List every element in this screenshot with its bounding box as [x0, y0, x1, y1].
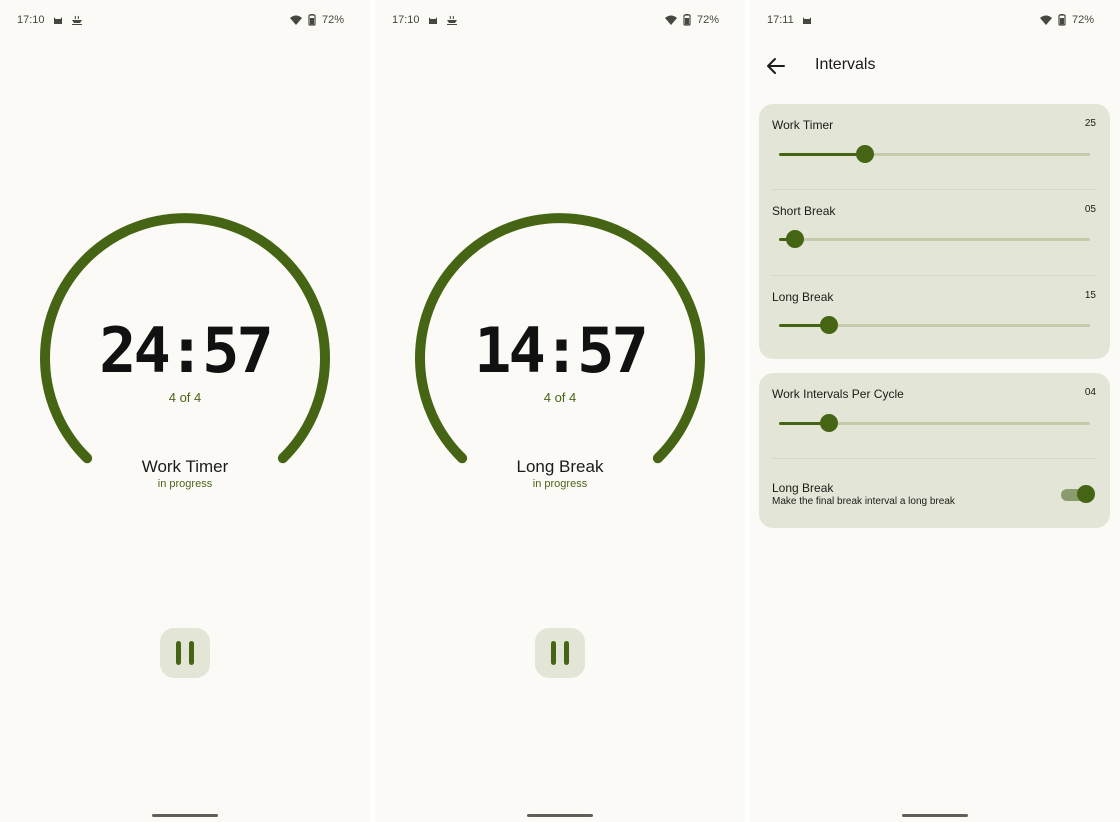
wifi-icon	[1039, 15, 1052, 25]
work-timer-slider[interactable]	[779, 145, 1090, 163]
gesture-home-indicator[interactable]	[902, 814, 968, 817]
cycle-counter: 4 of 4	[543, 390, 577, 405]
pause-icon	[551, 641, 556, 665]
slider-active-track	[779, 153, 865, 156]
status-bar: 17:10 72%	[17, 12, 344, 28]
setting-value: 25	[1084, 118, 1096, 129]
phase-status: in progress	[532, 478, 588, 490]
setting-label: Long Break	[772, 290, 834, 304]
status-bar: 17:10 72%	[392, 12, 719, 28]
android-cat-icon	[802, 17, 811, 24]
setting-row-long-break-toggle[interactable]: Long Break Make the final break interval…	[759, 459, 1110, 528]
long-break-switch[interactable]	[1061, 485, 1095, 503]
battery-icon	[683, 14, 691, 26]
divider	[772, 275, 1097, 276]
pause-button[interactable]	[160, 628, 210, 678]
battery-icon	[1058, 14, 1066, 26]
short-break-slider[interactable]	[779, 230, 1090, 248]
page-title: Intervals	[815, 56, 876, 73]
long-break-slider[interactable]	[779, 316, 1090, 334]
timer-durations-card: Work Timer 25 Short Break 05 Long Break …	[759, 104, 1110, 359]
android-cat-icon	[53, 17, 62, 24]
battery-percent: 72%	[1071, 14, 1094, 26]
toggle-label: Long Break	[772, 481, 834, 495]
work-intervals-slider[interactable]	[779, 414, 1090, 432]
timer-screen-long-break: 17:10 72% 14:57 4 of 4 Long Break in pro…	[375, 0, 745, 822]
setting-label: Work Intervals Per Cycle	[772, 387, 904, 401]
coffee-cup-icon	[446, 15, 457, 25]
slider-thumb[interactable]	[785, 230, 804, 248]
battery-percent: 72%	[321, 14, 344, 26]
intervals-settings-screen: 17:11 72% Intervals Work Timer 25 Short …	[750, 0, 1120, 822]
divider	[772, 189, 1097, 190]
battery-percent: 72%	[696, 14, 719, 26]
slider-thumb[interactable]	[855, 145, 874, 163]
timer-screen-work: 17:10 72% 24:57 4 of 4 Work Timer in pro…	[0, 0, 370, 822]
timer-display: 14:57	[474, 314, 649, 387]
phase-title: Work Timer	[141, 457, 229, 476]
gesture-home-indicator[interactable]	[152, 814, 218, 817]
pause-icon	[176, 641, 181, 665]
slider-track	[779, 238, 1090, 241]
timer-display: 24:57	[99, 314, 274, 387]
setting-value: 15	[1084, 290, 1096, 301]
android-cat-icon	[428, 17, 437, 24]
coffee-cup-icon	[71, 15, 82, 25]
status-time: 17:10	[17, 14, 45, 26]
setting-label: Work Timer	[772, 118, 834, 132]
pause-icon	[564, 641, 569, 665]
pause-icon	[189, 641, 194, 665]
pause-button[interactable]	[535, 628, 585, 678]
status-bar: 17:11 72%	[767, 12, 1094, 28]
wifi-icon	[289, 15, 302, 25]
setting-label: Short Break	[772, 204, 836, 218]
gesture-home-indicator[interactable]	[527, 814, 593, 817]
setting-value: 05	[1084, 204, 1096, 215]
top-app-bar: Intervals	[750, 48, 1120, 84]
cycle-counter: 4 of 4	[168, 390, 202, 405]
status-time: 17:10	[392, 14, 420, 26]
slider-thumb[interactable]	[819, 316, 838, 334]
setting-value: 04	[1084, 387, 1096, 398]
slider-thumb[interactable]	[819, 414, 838, 432]
arrow-left-icon[interactable]	[764, 54, 788, 78]
phase-status: in progress	[157, 478, 213, 490]
status-time: 17:11	[767, 14, 794, 26]
battery-icon	[308, 14, 316, 26]
wifi-icon	[664, 15, 677, 25]
switch-thumb	[1077, 485, 1095, 503]
cycle-settings-card: Work Intervals Per Cycle 04 Long Break M…	[759, 373, 1110, 528]
toggle-description: Make the final break interval a long bre…	[772, 496, 955, 507]
phase-title: Long Break	[516, 457, 604, 476]
